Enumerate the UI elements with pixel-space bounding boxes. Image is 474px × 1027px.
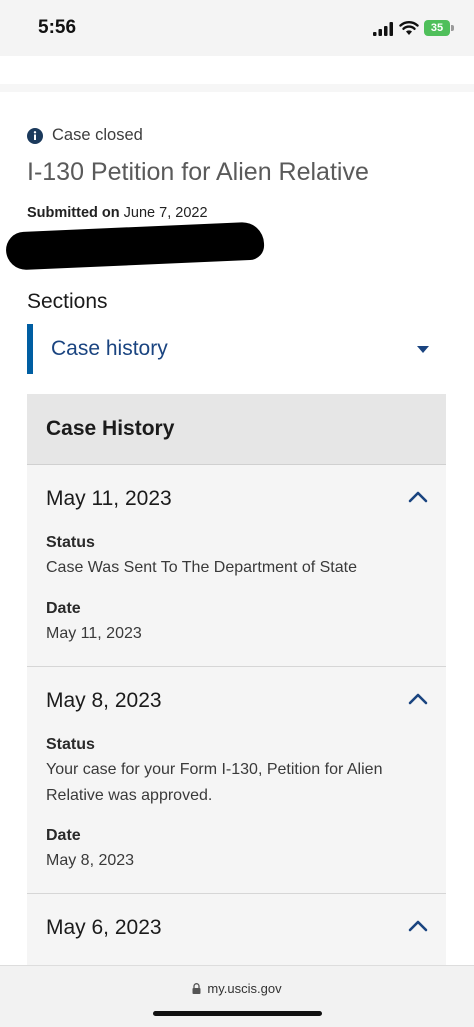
battery-nub xyxy=(451,25,454,31)
cellular-signal-icon xyxy=(373,22,393,36)
browser-address-bar[interactable]: my.uscis.gov xyxy=(0,965,474,1027)
page-top-divider xyxy=(0,84,474,92)
case-history-title: Case History xyxy=(46,417,175,440)
case-status-label: Case closed xyxy=(52,126,143,144)
chevron-up-icon[interactable] xyxy=(408,693,428,705)
section-select-value: Case history xyxy=(51,337,168,360)
date-value: May 8, 2023 xyxy=(46,852,135,869)
lock-icon xyxy=(192,983,201,994)
caret-down-icon xyxy=(417,346,429,353)
case-status: Case closed xyxy=(27,126,143,145)
entry-heading: May 11, 2023 xyxy=(46,487,172,510)
status-bar: 5:56 35 xyxy=(0,0,474,56)
history-entry: May 6, 2023 xyxy=(27,894,446,965)
wifi-icon xyxy=(399,21,419,35)
info-icon xyxy=(27,127,43,144)
select-accent-bar xyxy=(27,324,33,374)
entry-heading: May 6, 2023 xyxy=(46,916,162,939)
chevron-up-icon[interactable] xyxy=(408,491,428,503)
history-entry: May 11, 2023 Status Case Was Sent To The… xyxy=(27,465,446,667)
sections-heading: Sections xyxy=(27,290,108,313)
status-value: Case Was Sent To The Department of State xyxy=(46,559,357,576)
status-label: Status xyxy=(46,534,95,551)
battery-level: 35 xyxy=(430,22,444,34)
redaction-mark xyxy=(5,221,265,271)
status-value: Your case for your Form I-130, Petition … xyxy=(46,761,383,804)
submitted-date: June 7, 2022 xyxy=(123,205,208,221)
battery-icon: 35 xyxy=(424,20,450,36)
submitted-label: Submitted on xyxy=(27,205,120,221)
chevron-up-icon[interactable] xyxy=(408,920,428,932)
submitted-info: Submitted on June 7, 2022 xyxy=(27,205,208,221)
date-label: Date xyxy=(46,600,81,617)
home-indicator[interactable] xyxy=(153,1011,322,1016)
case-history-header: Case History xyxy=(27,394,446,465)
page-title: I-130 Petition for Alien Relative xyxy=(27,158,369,186)
date-value: May 11, 2023 xyxy=(46,625,142,642)
status-label: Status xyxy=(46,736,95,753)
url-text: my.uscis.gov xyxy=(207,981,282,996)
history-entry: May 8, 2023 Status Your case for your Fo… xyxy=(27,667,446,894)
entry-heading: May 8, 2023 xyxy=(46,689,162,712)
status-time: 5:56 xyxy=(38,17,77,38)
url-display: my.uscis.gov xyxy=(0,981,474,996)
section-select[interactable]: Case history xyxy=(27,324,437,374)
date-label: Date xyxy=(46,827,81,844)
